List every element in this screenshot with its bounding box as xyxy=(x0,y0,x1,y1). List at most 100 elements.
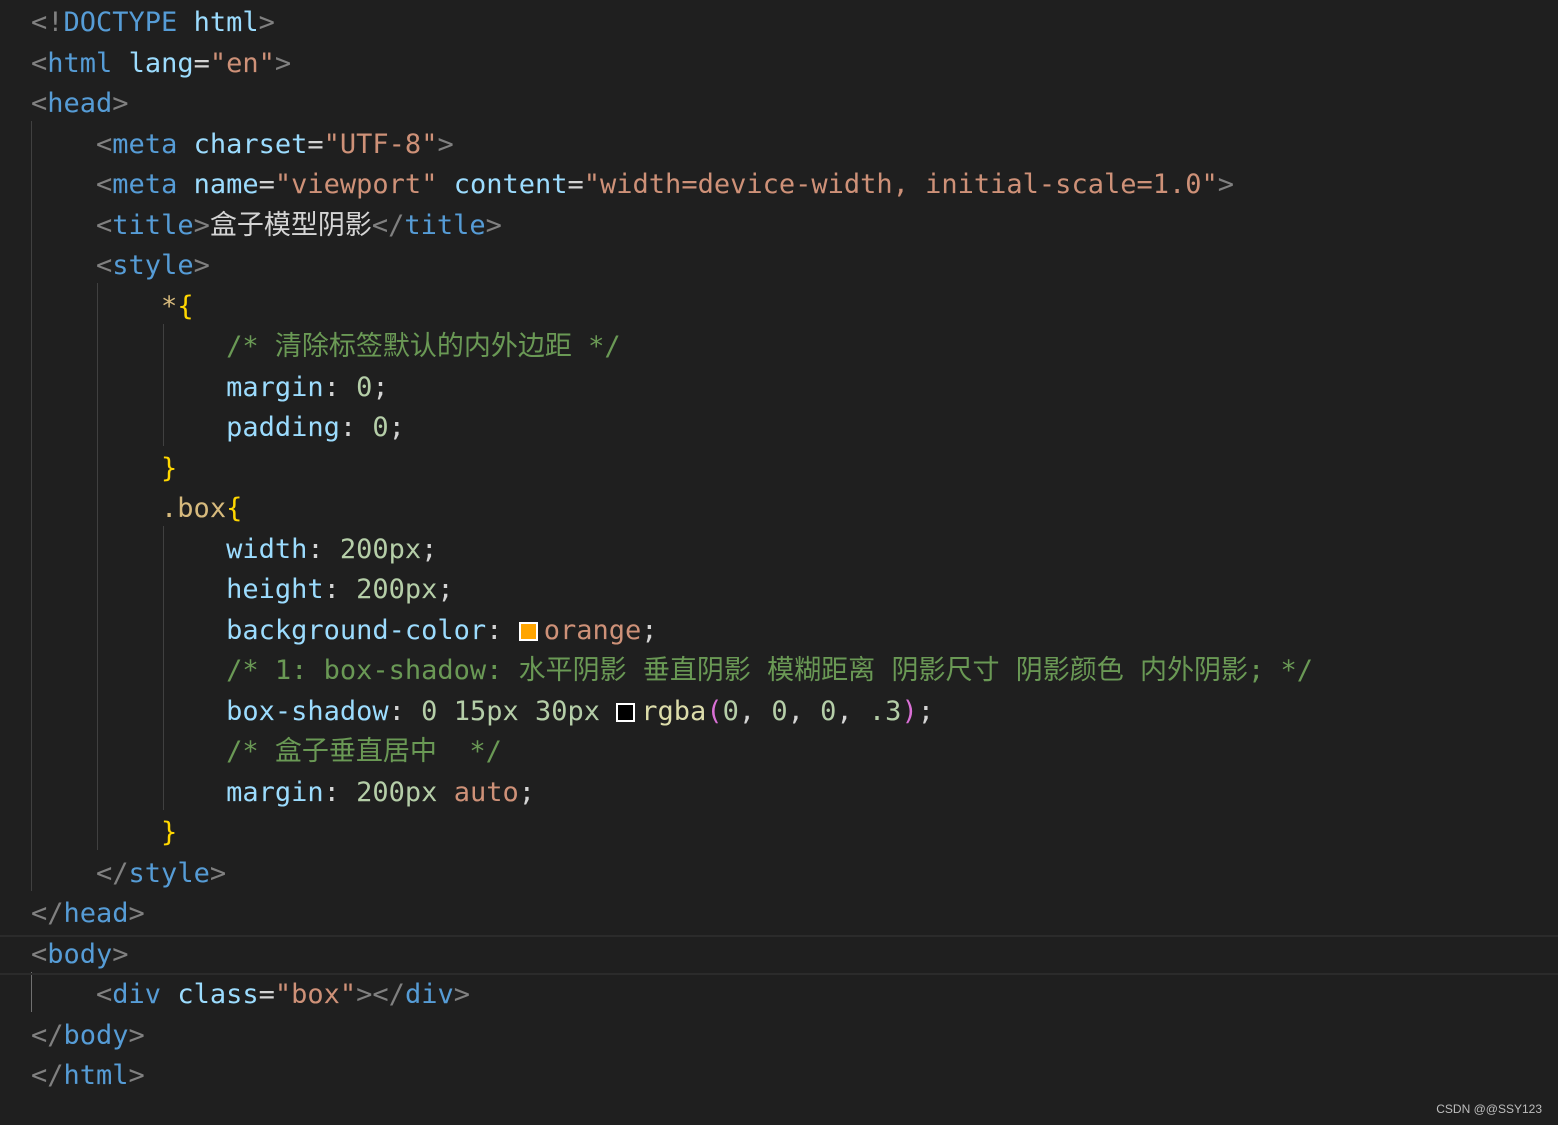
code-token: > xyxy=(209,857,227,889)
code-line-text: /* 盒子垂直居中 */ xyxy=(31,732,502,773)
code-line-text: height: 200px; xyxy=(31,570,454,611)
code-token: 200px xyxy=(339,533,422,565)
code-token: { xyxy=(226,493,243,524)
code-line-text: <!DOCTYPE html> xyxy=(31,3,275,44)
code-line-text: <style> xyxy=(31,246,210,287)
code-token: </ xyxy=(31,1060,64,1091)
code-token: > xyxy=(1217,169,1235,200)
code-token: 200px xyxy=(356,574,438,605)
code-token: html xyxy=(193,7,259,38)
code-token: = xyxy=(258,169,275,200)
code-token: < xyxy=(96,128,113,160)
code-token: : xyxy=(307,533,340,565)
code-token: : xyxy=(323,574,357,605)
code-token: > xyxy=(112,88,129,119)
code-token: > xyxy=(128,898,145,929)
code-token: : xyxy=(323,371,357,403)
code-line-text: <div class="box"></div> xyxy=(31,975,470,1016)
code-token: .3 xyxy=(868,695,902,727)
code-token: "en" xyxy=(209,47,275,79)
code-editor[interactable]: <!DOCTYPE html> <html lang="en"> <head> <m… xyxy=(0,0,1558,1125)
code-token: 0 xyxy=(356,371,373,403)
code-token: body xyxy=(63,1019,129,1051)
color-swatch-icon[interactable] xyxy=(616,702,636,722)
code-token: 0 xyxy=(820,695,837,727)
code-token: > xyxy=(258,7,275,38)
code-token: "box" xyxy=(274,979,357,1010)
code-token: .box xyxy=(161,493,227,524)
code-token: ) xyxy=(901,695,918,727)
code-token: ( xyxy=(706,695,723,727)
code-token: class xyxy=(177,979,259,1010)
code-line-text: } xyxy=(31,813,177,854)
code-token: < xyxy=(31,88,48,119)
code-token: : xyxy=(339,412,373,443)
code-token: 200px xyxy=(356,776,438,808)
code-token: head xyxy=(63,898,129,929)
code-token: ; xyxy=(372,371,389,403)
code-line[interactable]: <body> xyxy=(0,934,1558,975)
code-token: 0 xyxy=(771,695,788,727)
code-line-text: <html lang="en"> xyxy=(31,44,291,85)
code-token: html xyxy=(63,1060,129,1091)
code-token: title xyxy=(404,209,486,241)
code-token: </ xyxy=(31,898,64,929)
code-token: = xyxy=(258,979,275,1010)
code-token: < xyxy=(96,250,113,281)
code-token: > xyxy=(193,250,210,281)
code-line-text: <head> xyxy=(31,84,129,125)
code-token: name xyxy=(193,169,259,200)
code-token: "width=device-width, initial-scale=1.0" xyxy=(583,169,1218,200)
code-token: </ xyxy=(96,857,129,889)
code-token: , xyxy=(836,695,869,727)
code-token: = xyxy=(307,128,324,160)
code-token: body xyxy=(47,938,113,970)
code-line-text: padding: 0; xyxy=(31,408,405,449)
color-swatch-icon[interactable] xyxy=(518,621,538,641)
code-token: <! xyxy=(31,7,64,38)
code-token: < xyxy=(31,938,48,970)
code-token: ; xyxy=(421,533,438,565)
code-token: > xyxy=(453,979,470,1010)
code-line-text: </html> xyxy=(31,1056,145,1097)
code-token: "UTF-8" xyxy=(323,128,438,160)
code-line-text: margin: 200px auto; xyxy=(31,773,535,814)
code-line-text: .box{ xyxy=(31,489,242,530)
code-token: ; xyxy=(437,574,454,605)
code-token: : xyxy=(486,614,519,646)
code-token: ></ xyxy=(356,979,405,1010)
code-token: box-shadow xyxy=(226,695,389,727)
code-token: > xyxy=(274,47,292,79)
code-line-text: *{ xyxy=(31,287,194,328)
code-token: height xyxy=(226,574,324,605)
code-token: meta xyxy=(112,128,178,160)
code-token: ; xyxy=(518,776,535,808)
code-line-text: <meta name="viewport" content="width=dev… xyxy=(31,165,1234,206)
code-token: : xyxy=(388,695,422,727)
code-token: div xyxy=(112,979,162,1010)
code-token: 30px xyxy=(534,695,601,727)
code-token: < xyxy=(96,209,113,241)
code-token: : xyxy=(323,776,357,808)
code-token: div xyxy=(404,979,454,1010)
code-token: head xyxy=(47,88,113,119)
code-line-text: margin: 0; xyxy=(31,368,389,409)
code-token: style xyxy=(128,857,210,889)
code-token: lang xyxy=(128,47,194,79)
